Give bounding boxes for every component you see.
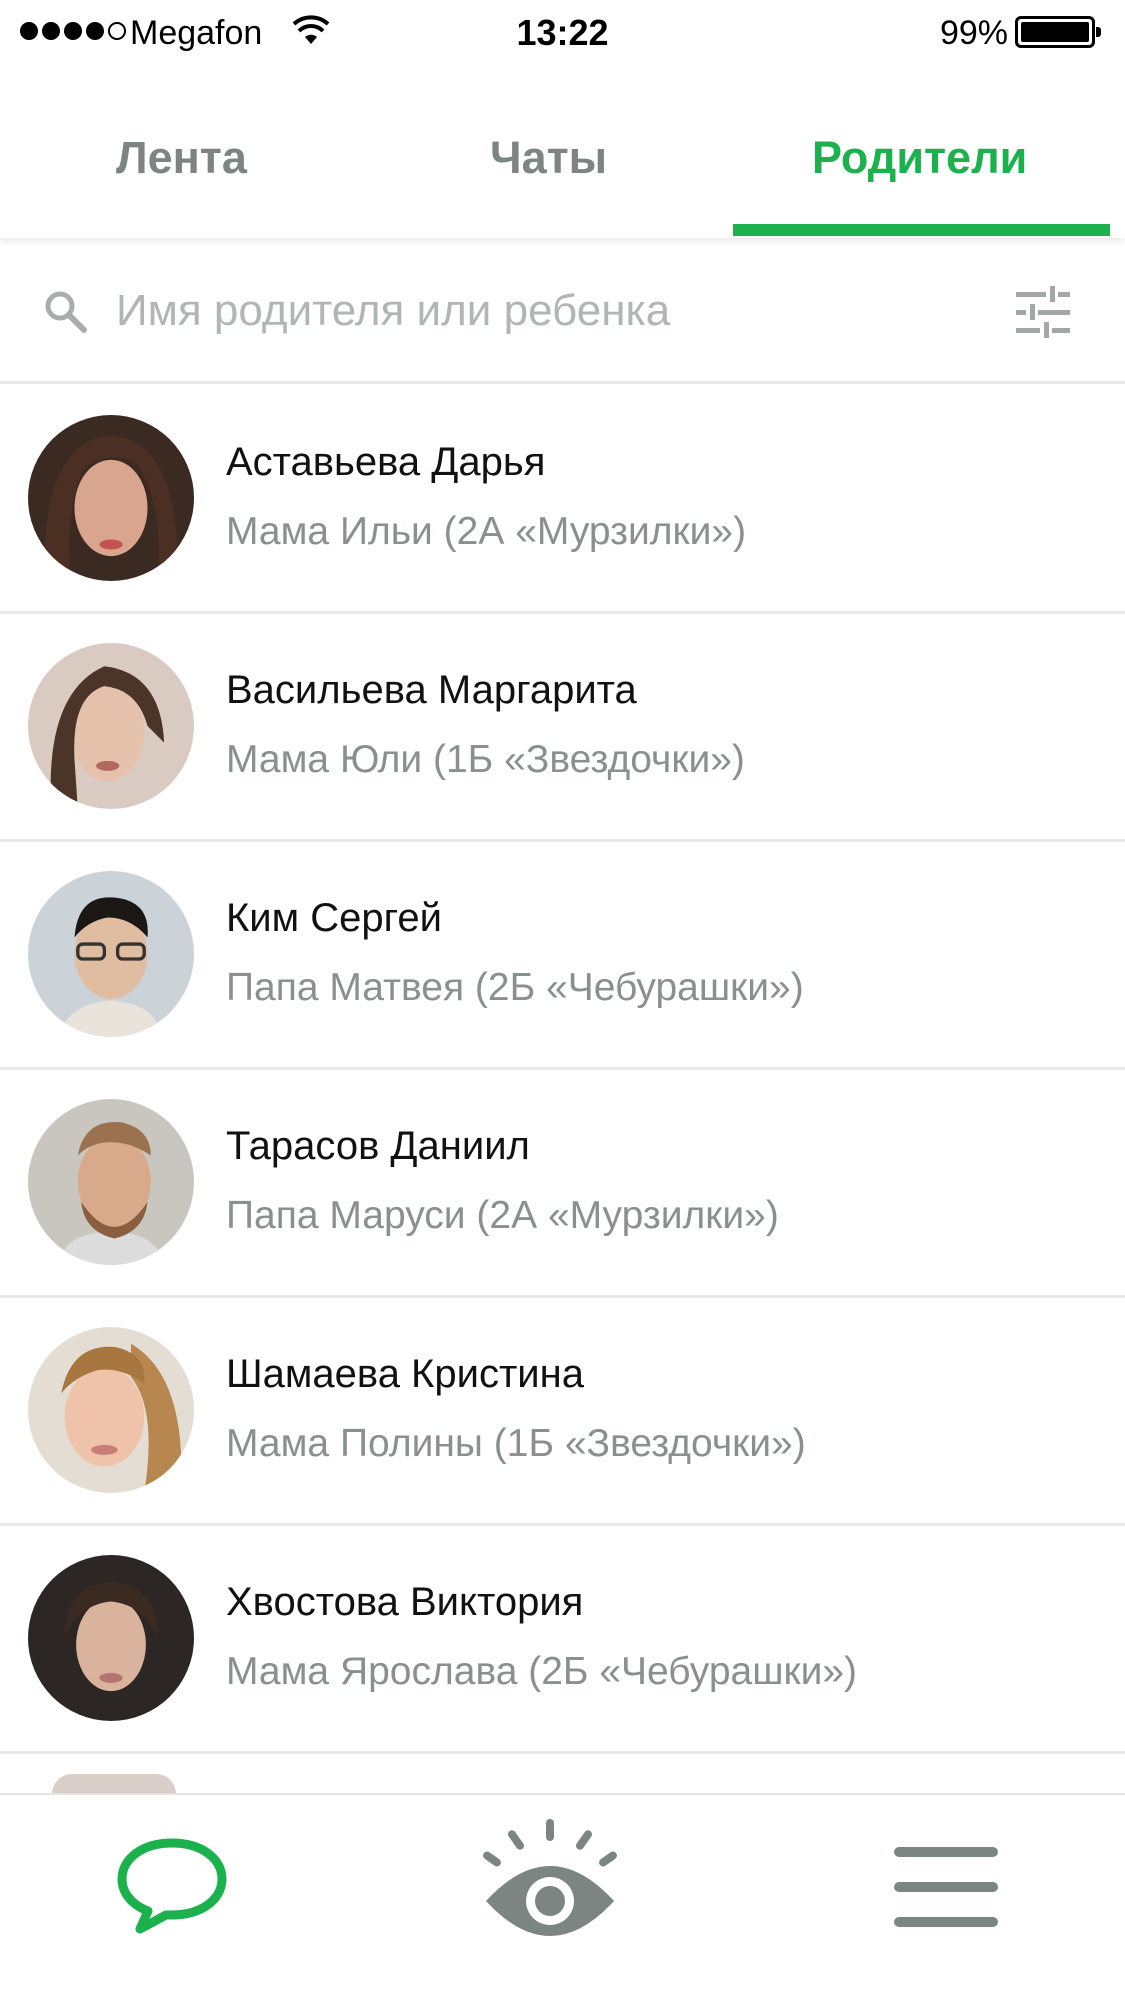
avatar (28, 643, 194, 809)
parent-list-item[interactable]: Шамаева Кристина Мама Полины (1Б «Звездо… (0, 1298, 1125, 1526)
parent-role: Папа Маруси (2А «Мурзилки») (226, 1194, 779, 1237)
battery-percentage: 99% (939, 14, 1008, 52)
parent-list-item[interactable]: Тарасов Даниил Папа Маруси (2А «Мурзилки… (0, 1070, 1125, 1298)
parent-name: Аставьева Дарья (226, 440, 546, 484)
parent-name: Васильева Маргарита (226, 668, 637, 712)
parent-name: Тарасов Даниил (226, 1124, 530, 1168)
parent-name: Ким Сергей (226, 896, 442, 940)
parent-list-item[interactable]: Васильева Маргарита Мама Юли (1Б «Звездо… (0, 614, 1125, 842)
avatar (28, 871, 194, 1037)
menu-icon[interactable] (894, 1845, 998, 1929)
avatar (28, 415, 194, 581)
parent-role: Мама Ярослава (2Б «Чебурашки») (226, 1650, 858, 1693)
avatar (28, 1555, 194, 1721)
parent-list-item[interactable]: Аставьева Дарья Мама Ильи (2А «Мурзилки»… (0, 386, 1125, 614)
parent-list-item[interactable]: Ким Сергей Папа Матвея (2Б «Чебурашки») (0, 842, 1125, 1070)
search-icon (45, 291, 87, 333)
parent-list-item[interactable]: Хвостова Виктория Мама Ярослава (2Б «Чеб… (0, 1526, 1125, 1754)
parent-name: Шамаева Кристина (226, 1352, 584, 1396)
avatar (28, 1099, 194, 1265)
search-input[interactable] (116, 276, 976, 346)
chat-bubble-icon[interactable] (114, 1835, 230, 1935)
tab-bar: Лента Чаты Родители (0, 66, 1125, 238)
parent-role: Мама Ильи (2А «Мурзилки») (226, 510, 747, 553)
avatar (52, 1774, 176, 1794)
tab-parents[interactable]: Родители (812, 132, 1027, 184)
search-bar (0, 240, 1125, 384)
parent-role: Папа Матвея (2Б «Чебурашки») (226, 966, 804, 1009)
battery-icon (1015, 16, 1101, 48)
parent-name: Хвостова Виктория (226, 1580, 584, 1624)
parent-role: Мама Юли (1Б «Звездочки») (226, 738, 745, 781)
status-bar: Megafon 13:22 99% (0, 0, 1125, 66)
tab-feed[interactable]: Лента (116, 132, 247, 184)
parent-role: Мама Полины (1Б «Звездочки») (226, 1422, 806, 1465)
filter-sliders-icon[interactable] (1016, 286, 1070, 338)
active-tab-indicator (733, 224, 1110, 236)
bottom-navigation (0, 1793, 1125, 2001)
eye-icon[interactable] (482, 1817, 618, 1941)
tab-chats[interactable]: Чаты (490, 132, 607, 184)
parents-list: Аставьева Дарья Мама Ильи (2А «Мурзилки»… (0, 386, 1125, 1754)
avatar (28, 1327, 194, 1493)
